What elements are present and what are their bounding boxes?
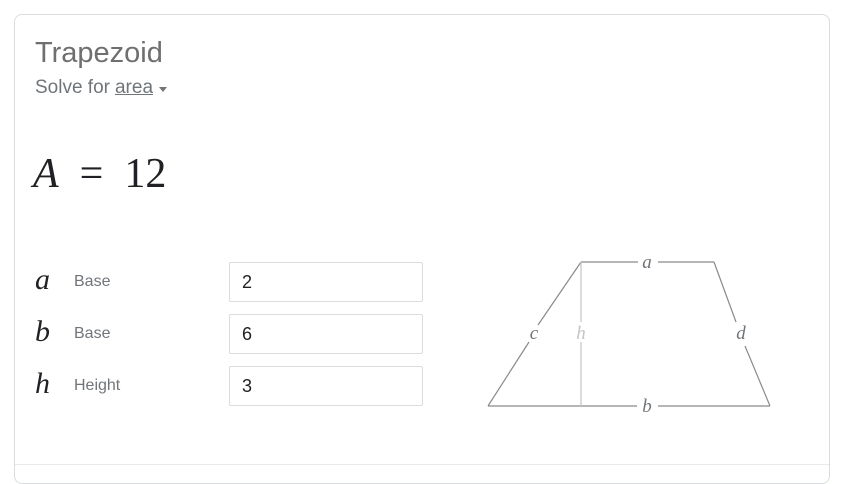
height-h-input[interactable] (229, 366, 423, 406)
input-row-b: b Base (35, 314, 435, 354)
result-equals: = (79, 151, 104, 197)
input-label-a: Base (74, 273, 111, 290)
solve-for-row: Solve for area (35, 76, 168, 100)
diagram-label-c: c (530, 323, 539, 344)
input-symbol-a: a (35, 263, 50, 296)
base-a-input[interactable] (229, 262, 423, 302)
trapezoid-diagram: a b c d h (487, 252, 771, 417)
input-label-h: Height (74, 377, 121, 394)
result-equation: A = 12 (33, 148, 166, 200)
diagram-label-a: a (642, 252, 652, 273)
solve-for-dropdown[interactable]: area (115, 76, 153, 100)
solve-for-prefix: Solve for (35, 77, 110, 98)
side-c-top (537, 261, 582, 326)
side-c-bottom (487, 341, 530, 407)
input-symbol-h: h (35, 367, 50, 400)
base-b-input[interactable] (229, 314, 423, 354)
diagram-label-b: b (642, 396, 652, 417)
card-divider (15, 464, 829, 465)
chevron-down-icon[interactable] (159, 86, 168, 92)
side-d-bottom (744, 345, 771, 407)
input-row-a: a Base (35, 262, 435, 302)
result-variable: A (33, 151, 59, 197)
input-symbol-b: b (35, 315, 50, 348)
input-label-b: Base (74, 325, 111, 342)
diagram-label-h: h (576, 323, 586, 344)
input-row-h: h Height (35, 366, 435, 406)
result-value: 12 (124, 151, 167, 197)
diagram-label-d: d (736, 323, 746, 344)
calculator-title: Trapezoid (35, 37, 163, 69)
side-d-top (713, 261, 737, 323)
